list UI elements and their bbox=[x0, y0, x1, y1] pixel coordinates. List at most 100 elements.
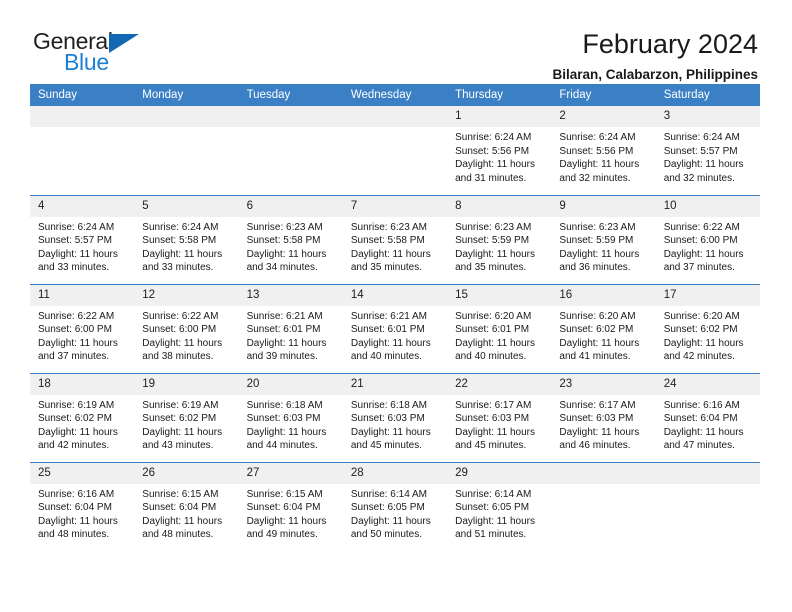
day-number: 16 bbox=[551, 284, 656, 306]
day-details: Sunrise: 6:15 AM Sunset: 6:04 PM Daylight:… bbox=[134, 484, 238, 542]
day-details: Sunrise: 6:16 AM Sunset: 6:04 PM Daylight:… bbox=[656, 395, 760, 453]
calendar-body: 1 Sunrise: 6:24 AM Sunset: 5:56 PM Daylight… bbox=[30, 106, 760, 551]
sunset-text: Sunset: 6:03 PM bbox=[246, 413, 321, 424]
calendar-day-cell[interactable]: 4 Sunrise: 6:24 AM Sunset: 5:57 PM Daylight… bbox=[30, 194, 135, 284]
sunrise-text: Sunrise: 6:20 AM bbox=[559, 310, 636, 322]
sunrise-text: Sunrise: 6:24 AM bbox=[559, 132, 636, 143]
sunrise-text: Sunrise: 6:23 AM bbox=[559, 221, 636, 233]
calendar-day-cell[interactable]: 12 Sunrise: 6:22 AM Sunset: 6:00 PM Dayligh… bbox=[134, 283, 239, 373]
calendar-day-cell[interactable]: 10 Sunrise: 6:22 AM Sunset: 6:00 PM Dayligh… bbox=[655, 194, 760, 284]
weekday-header-thursday: Thursday bbox=[447, 84, 552, 106]
daylight-text: Daylight: 11 hours and 45 minutes. bbox=[350, 426, 431, 452]
day-number: 26 bbox=[134, 462, 239, 484]
sunset-text: Sunset: 6:04 PM bbox=[246, 502, 321, 513]
calendar-day-cell[interactable]: 23 Sunrise: 6:17 AM Sunset: 6:03 PM Dayligh… bbox=[551, 372, 656, 462]
day-number: 24 bbox=[655, 373, 760, 395]
day-details: Sunrise: 6:24 AM Sunset: 5:57 PM Daylight:… bbox=[30, 217, 134, 275]
general-blue-logo: General Blue bbox=[33, 28, 153, 78]
sunrise-text: Sunrise: 6:22 AM bbox=[142, 310, 219, 322]
calendar-day-cell[interactable]: 1 Sunrise: 6:24 AM Sunset: 5:56 PM Daylight… bbox=[447, 106, 552, 195]
calendar-day-cell[interactable]: 2 Sunrise: 6:24 AM Sunset: 5:56 PM Daylight… bbox=[551, 106, 656, 195]
day-details: Sunrise: 6:22 AM Sunset: 6:00 PM Daylight:… bbox=[656, 217, 760, 275]
calendar-day-cell[interactable]: 17 Sunrise: 6:20 AM Sunset: 6:02 PM Dayligh… bbox=[655, 283, 760, 373]
calendar-day-cell[interactable]: 28 Sunrise: 6:14 AM Sunset: 6:05 PM Dayligh… bbox=[342, 461, 448, 551]
page-subtitle: Bilaran, Calabarzon, Philippines bbox=[552, 67, 758, 82]
calendar-day-cell[interactable]: 21 Sunrise: 6:18 AM Sunset: 6:03 PM Dayligh… bbox=[342, 372, 448, 462]
calendar-day-cell[interactable]: 16 Sunrise: 6:20 AM Sunset: 6:02 PM Dayligh… bbox=[551, 283, 656, 373]
day-number: 20 bbox=[238, 373, 343, 395]
day-details: Sunrise: 6:23 AM Sunset: 5:59 PM Daylight:… bbox=[447, 217, 551, 275]
sunrise-text: Sunrise: 6:16 AM bbox=[663, 399, 740, 411]
calendar-day-cell[interactable]: 9 Sunrise: 6:23 AM Sunset: 5:59 PM Daylight… bbox=[551, 194, 656, 284]
daylight-text: Daylight: 11 hours and 33 minutes. bbox=[38, 248, 118, 274]
calendar-day-cell[interactable]: 25 Sunrise: 6:16 AM Sunset: 6:04 PM Dayligh… bbox=[30, 461, 135, 551]
day-details: Sunrise: 6:24 AM Sunset: 5:57 PM Daylight:… bbox=[656, 127, 760, 185]
day-details: Sunrise: 6:22 AM Sunset: 6:00 PM Daylight:… bbox=[30, 306, 134, 364]
weekday-header-tuesday: Tuesday bbox=[238, 84, 343, 106]
calendar-day-cell[interactable]: 13 Sunrise: 6:21 AM Sunset: 6:01 PM Dayligh… bbox=[238, 283, 343, 373]
calendar-day-cell[interactable]: 11 Sunrise: 6:22 AM Sunset: 6:00 PM Dayligh… bbox=[30, 283, 135, 373]
calendar-day-cell[interactable]: 26 Sunrise: 6:15 AM Sunset: 6:04 PM Dayligh… bbox=[134, 461, 239, 551]
daylight-text: Daylight: 11 hours and 32 minutes. bbox=[559, 159, 640, 184]
day-details: Sunrise: 6:19 AM Sunset: 6:02 PM Daylight:… bbox=[30, 395, 134, 453]
daylight-text: Daylight: 11 hours and 43 minutes. bbox=[142, 426, 223, 452]
sunrise-text: Sunrise: 6:15 AM bbox=[246, 488, 323, 500]
day-details: Sunrise: 6:19 AM Sunset: 6:02 PM Daylight:… bbox=[134, 395, 238, 453]
calendar-day-cell[interactable]: 3 Sunrise: 6:24 AM Sunset: 5:57 PM Daylight… bbox=[655, 106, 760, 195]
day-number: 27 bbox=[238, 462, 343, 484]
day-details: Sunrise: 6:20 AM Sunset: 6:01 PM Daylight:… bbox=[447, 306, 551, 364]
sunset-text: Sunset: 6:02 PM bbox=[38, 413, 112, 424]
day-number: 15 bbox=[447, 284, 552, 306]
day-details: Sunrise: 6:21 AM Sunset: 6:01 PM Daylight:… bbox=[239, 306, 343, 364]
sunset-text: Sunset: 6:02 PM bbox=[559, 324, 634, 335]
sunset-text: Sunset: 6:04 PM bbox=[142, 502, 217, 513]
calendar-day-cell[interactable]: 29 Sunrise: 6:14 AM Sunset: 6:05 PM Dayligh… bbox=[447, 461, 552, 551]
day-number bbox=[30, 106, 135, 127]
sunrise-text: Sunrise: 6:21 AM bbox=[246, 310, 323, 322]
calendar-day-cell[interactable]: 15 Sunrise: 6:20 AM Sunset: 6:01 PM Dayligh… bbox=[447, 283, 552, 373]
sunrise-text: Sunrise: 6:24 AM bbox=[455, 132, 532, 143]
day-number bbox=[551, 462, 656, 484]
day-number: 7 bbox=[342, 195, 448, 217]
daylight-text: Daylight: 11 hours and 42 minutes. bbox=[663, 337, 744, 363]
sunrise-text: Sunrise: 6:23 AM bbox=[246, 221, 323, 233]
calendar-day-cell-empty bbox=[655, 461, 760, 551]
day-number: 12 bbox=[134, 284, 239, 306]
calendar-day-cell[interactable]: 27 Sunrise: 6:15 AM Sunset: 6:04 PM Dayligh… bbox=[238, 461, 343, 551]
sunrise-text: Sunrise: 6:23 AM bbox=[455, 221, 532, 233]
day-number: 6 bbox=[238, 195, 343, 217]
daylight-text: Daylight: 11 hours and 42 minutes. bbox=[38, 426, 118, 452]
sunrise-text: Sunrise: 6:19 AM bbox=[142, 399, 219, 411]
calendar-day-cell-empty bbox=[342, 106, 448, 195]
calendar-day-cell[interactable]: 14 Sunrise: 6:21 AM Sunset: 6:01 PM Dayligh… bbox=[342, 283, 448, 373]
sunset-text: Sunset: 5:58 PM bbox=[246, 235, 321, 246]
calendar-day-cell[interactable]: 6 Sunrise: 6:23 AM Sunset: 5:58 PM Daylight… bbox=[238, 194, 343, 284]
calendar-day-cell[interactable]: 24 Sunrise: 6:16 AM Sunset: 6:04 PM Dayligh… bbox=[655, 372, 760, 462]
calendar-page: General Blue February 2024 Bilaran, Cala… bbox=[0, 0, 792, 612]
sunrise-text: Sunrise: 6:24 AM bbox=[38, 221, 115, 233]
daylight-text: Daylight: 11 hours and 48 minutes. bbox=[142, 515, 223, 541]
day-details: Sunrise: 6:20 AM Sunset: 6:02 PM Daylight:… bbox=[656, 306, 760, 364]
day-number: 18 bbox=[30, 373, 135, 395]
sunrise-text: Sunrise: 6:17 AM bbox=[455, 399, 532, 411]
sunrise-text: Sunrise: 6:22 AM bbox=[38, 310, 115, 322]
day-number: 13 bbox=[238, 284, 343, 306]
calendar-day-cell[interactable]: 20 Sunrise: 6:18 AM Sunset: 6:03 PM Dayligh… bbox=[238, 372, 343, 462]
sunset-text: Sunset: 5:58 PM bbox=[350, 235, 425, 246]
calendar-day-cell[interactable]: 22 Sunrise: 6:17 AM Sunset: 6:03 PM Dayligh… bbox=[447, 372, 552, 462]
sunset-text: Sunset: 5:59 PM bbox=[455, 235, 530, 246]
day-details: Sunrise: 6:22 AM Sunset: 6:00 PM Daylight:… bbox=[134, 306, 238, 364]
sunset-text: Sunset: 6:00 PM bbox=[142, 324, 217, 335]
calendar-week-row: 18 Sunrise: 6:19 AM Sunset: 6:02 PM Dayligh… bbox=[30, 372, 760, 462]
calendar-day-cell[interactable]: 18 Sunrise: 6:19 AM Sunset: 6:02 PM Dayligh… bbox=[30, 372, 135, 462]
day-number bbox=[655, 462, 760, 484]
calendar-day-cell[interactable]: 5 Sunrise: 6:24 AM Sunset: 5:58 PM Daylight… bbox=[134, 194, 239, 284]
calendar-day-cell[interactable]: 19 Sunrise: 6:19 AM Sunset: 6:02 PM Dayligh… bbox=[134, 372, 239, 462]
weekday-header-friday: Friday bbox=[551, 84, 656, 106]
sunrise-text: Sunrise: 6:20 AM bbox=[455, 310, 532, 322]
day-number: 19 bbox=[134, 373, 239, 395]
day-number: 8 bbox=[447, 195, 552, 217]
calendar-day-cell[interactable]: 8 Sunrise: 6:23 AM Sunset: 5:59 PM Daylight… bbox=[447, 194, 552, 284]
page-header: General Blue February 2024 Bilaran, Cala… bbox=[0, 0, 792, 82]
calendar-day-cell[interactable]: 7 Sunrise: 6:23 AM Sunset: 5:58 PM Daylight… bbox=[342, 194, 448, 284]
